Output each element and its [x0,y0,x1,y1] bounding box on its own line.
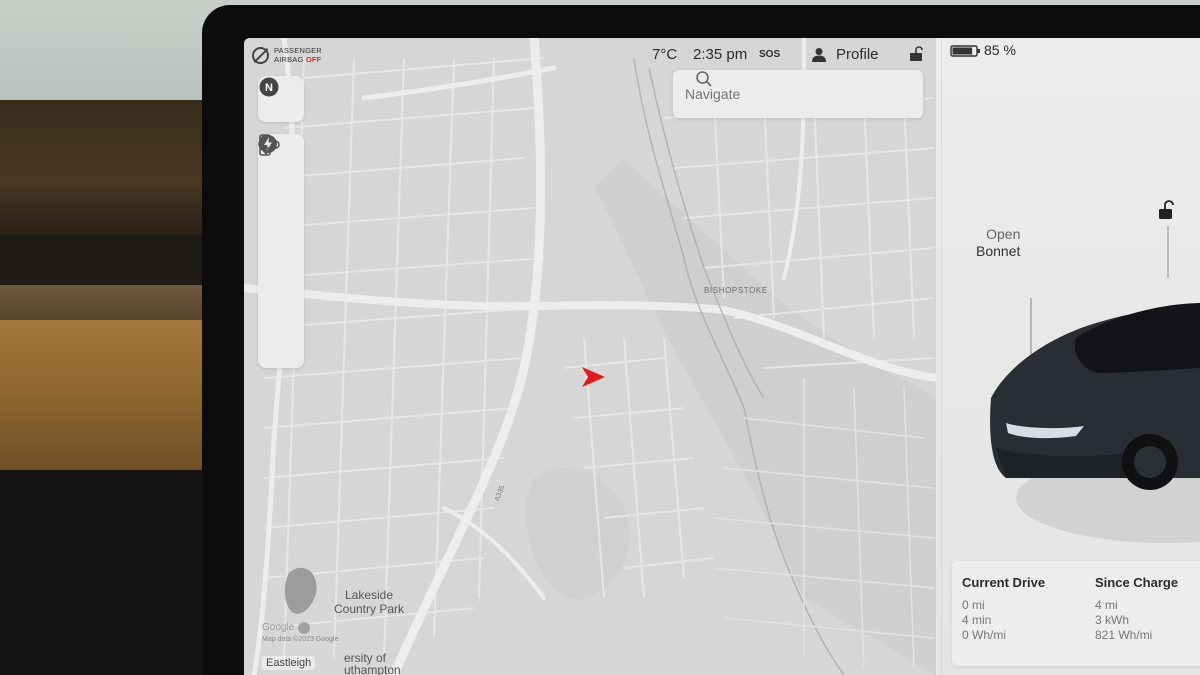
current-drive-duration: 4 min [962,613,992,627]
bonnet-label-wrapper: Bonnet [976,243,1020,260]
airbag-state: OFF [305,55,322,64]
profile-icon [812,48,826,62]
open-bonnet-button[interactable]: Open Bonnet [976,226,1020,260]
clock: 2:35 pm [693,46,748,63]
compass-button[interactable]: N [258,76,304,122]
current-drive-distance: 0 mi [962,598,985,612]
map-label-park-line2: Country Park [333,602,405,616]
map-label-eastleigh: Eastleigh [262,656,316,670]
sos-button[interactable]: SOS [759,49,780,60]
weather-button[interactable] [258,135,304,369]
map-attribution: Map data ©2023 Google [262,636,339,643]
compass-button-inner: N [258,76,304,123]
charging-button[interactable] [258,135,304,322]
since-charge-efficiency: 821 Wh/mi [1095,628,1153,642]
temperature: 7°C [652,46,678,63]
touchscreen: BISHOPSTOKE Lakeside Country Park A335 E… [244,38,1200,675]
photo-scene: BISHOPSTOKE Lakeside Country Park A335 E… [0,0,1200,675]
current-drive-efficiency: 0 Wh/mi [962,628,1007,642]
bonnet-action: Open [986,226,1021,242]
background-shelf [0,235,230,285]
since-charge-distance: 4 mi [1095,598,1118,612]
map-tools-panel [258,134,304,368]
vehicle-location-arrow-icon [582,367,605,387]
navigate-placeholder: Navigate [685,86,741,102]
map-view[interactable]: BISHOPSTOKE Lakeside Country Park A335 E… [244,38,936,675]
unlocked-padlock-icon[interactable] [1157,200,1175,220]
map-label-park-line1: Lakeside [344,588,394,602]
current-drive-column: Current Drive 0 mi 4 min 0 Wh/mi [962,575,1045,643]
airbag-line2: AIRBAG [274,55,304,64]
profile-button[interactable]: Profile [836,46,879,63]
since-charge-column: Since Charge 4 mi 3 kWh 821 Wh/mi [1095,575,1178,643]
airbag-line1: PASSENGER [274,46,322,55]
compass-north-icon: N [259,77,279,97]
current-drive-title: Current Drive [962,575,1046,590]
navigate-search-box[interactable]: Navigate [673,70,923,118]
since-charge-title: Since Charge [1095,575,1179,590]
battery-icon [950,45,980,57]
airbag-off-icon [252,46,269,64]
bonnet-label: Bonnet [976,243,1021,259]
pin-button[interactable] [258,135,304,275]
background-wood-panel [0,320,230,470]
svg-text:N: N [265,82,273,94]
background-shelf [0,285,230,320]
map-label-bishopstoke: BISHOPSTOKE [704,286,768,295]
background-shadow [0,470,230,675]
passenger-airbag-status: PASSENGER AIRBAG OFF [252,46,322,64]
airbag-line2-wrapper: AIRBAG OFF [274,55,322,64]
google-logo: Google [262,622,295,633]
search-icon [696,71,712,87]
map-label-university-line2: uthampton [344,663,401,675]
cloud-icon [258,135,280,149]
traffic-button[interactable] [258,134,304,228]
since-charge-energy: 3 kWh [1095,613,1130,627]
map-canvas [244,38,936,675]
unlocked-padlock-icon[interactable] [909,46,923,62]
trip-stats-card[interactable]: Current Drive 0 mi 4 min 0 Wh/mi Since C… [952,561,1200,666]
background-shelf [0,100,230,235]
map-label-park: Lakeside Country Park [314,588,424,616]
battery-percent: 85 % [984,42,1016,58]
map-label-university: ersity of uthampton [344,652,401,675]
airbag-text: PASSENGER AIRBAG OFF [274,46,322,64]
